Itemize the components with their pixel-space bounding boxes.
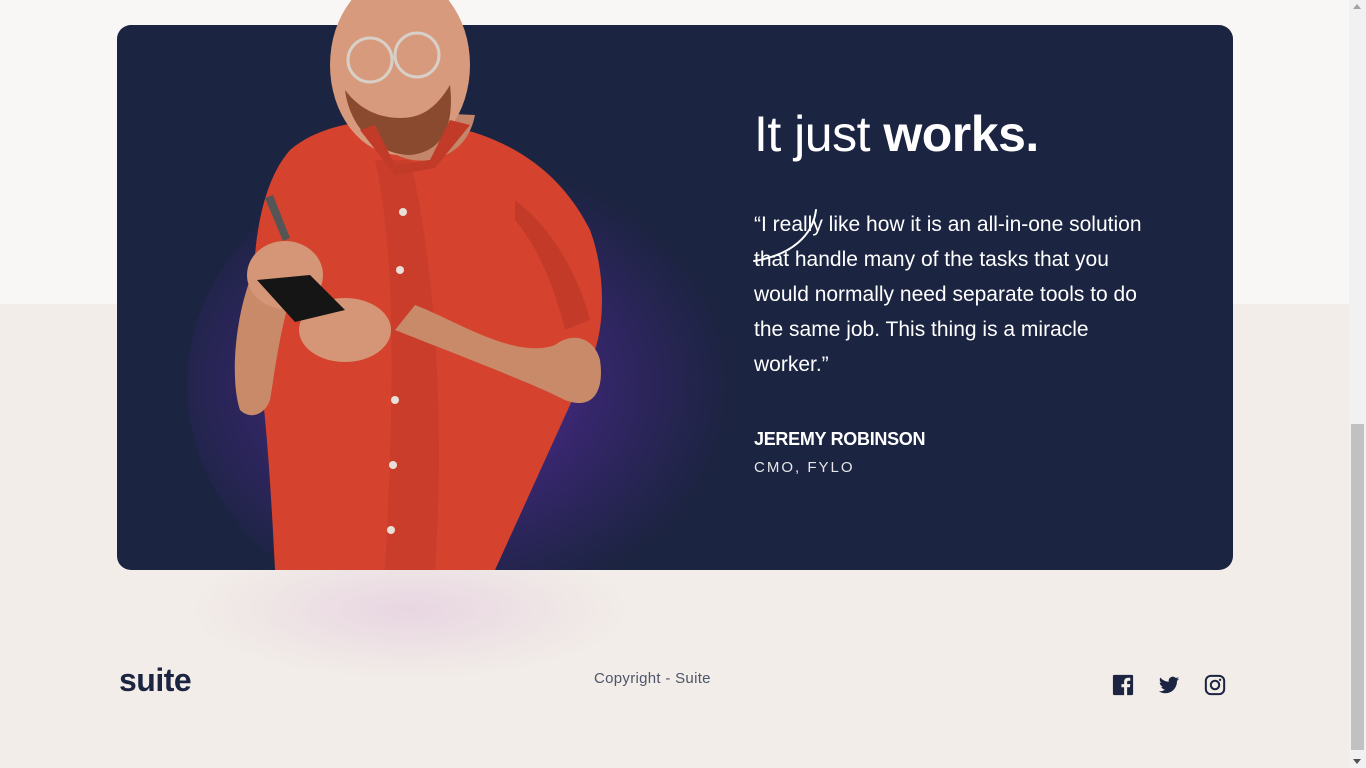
instagram-icon[interactable] [1204, 674, 1226, 696]
twitter-icon[interactable] [1158, 674, 1180, 696]
suite-logo[interactable]: suite [119, 660, 192, 700]
testimonial-headline: It just works. [754, 104, 1174, 164]
scrollbar-thumb[interactable] [1351, 424, 1364, 750]
scroll-up-icon[interactable] [1353, 4, 1361, 9]
author-role: CMO, FYLO [754, 459, 855, 476]
author-name: JEREMY ROBINSON [754, 429, 926, 449]
testimonial-quote: “I really like how it is an all-in-one s… [754, 213, 1142, 376]
copyright-text: Copyright - Suite [594, 670, 711, 687]
person-photo [234, 0, 602, 570]
headline-bold-text: works. [883, 106, 1039, 162]
headline-light-text: It just [754, 106, 884, 162]
social-links [1112, 674, 1226, 698]
page-scrollbar[interactable] [1349, 0, 1366, 768]
scroll-down-icon[interactable] [1353, 759, 1361, 764]
facebook-icon[interactable] [1112, 674, 1134, 696]
